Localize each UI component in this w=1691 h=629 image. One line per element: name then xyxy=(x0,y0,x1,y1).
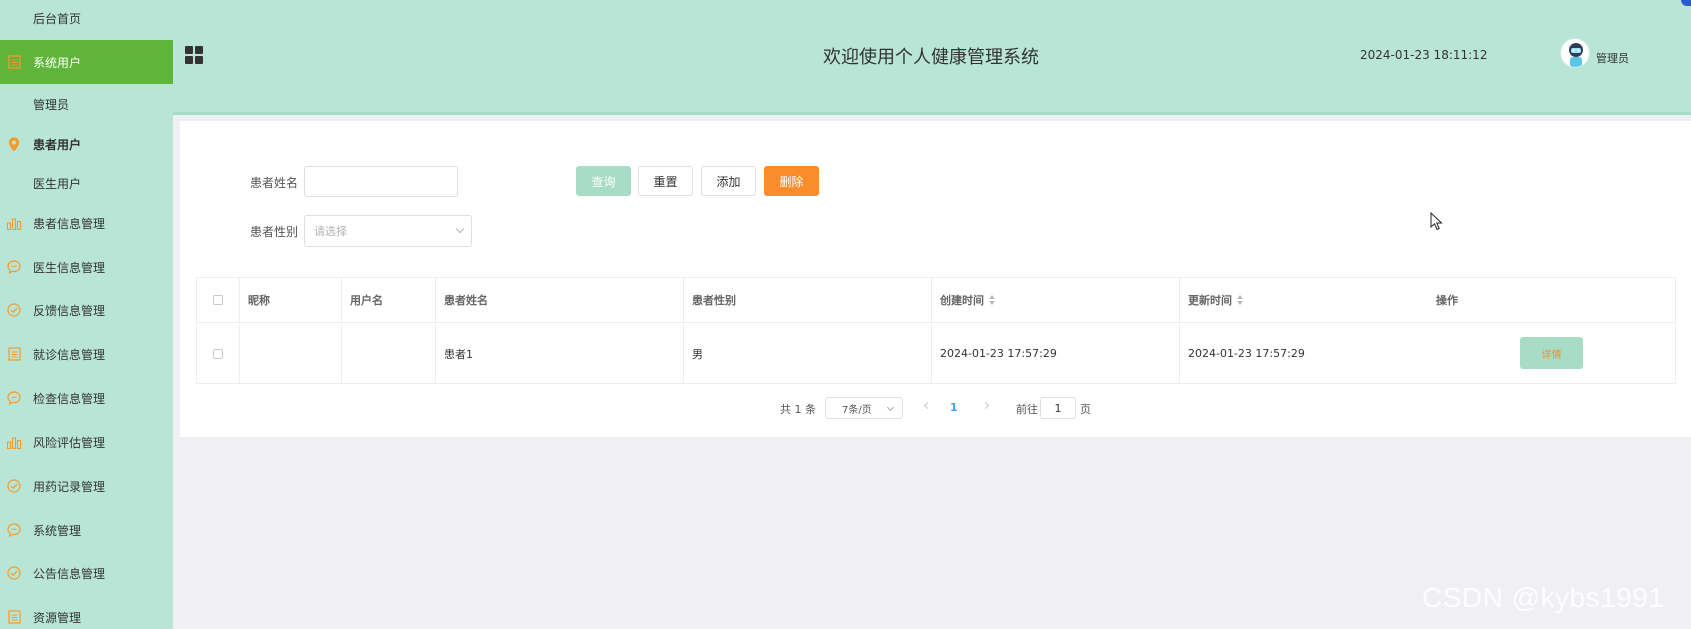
sidebar-item-feedback[interactable]: 反馈信息管理 xyxy=(0,290,173,330)
sidebar-item-label: 反馈信息管理 xyxy=(33,303,106,318)
col-patient-gender: 患者性别 xyxy=(684,278,932,322)
sidebar-item-patient-info[interactable]: 患者信息管理 xyxy=(0,203,173,243)
sidebar-item-label: 患者用户 xyxy=(33,137,82,152)
watermark: CSDN @kybs1991 xyxy=(1422,582,1665,613)
sidebar-item-label: 用药记录管理 xyxy=(33,479,106,494)
sort-icon[interactable] xyxy=(989,295,995,305)
check-circle-icon xyxy=(7,303,21,317)
col-nickname: 昵称 xyxy=(240,278,342,322)
header-username[interactable]: 管理员 xyxy=(1596,50,1629,66)
col-actions: 操作 xyxy=(1436,294,1458,307)
query-button[interactable]: 查询 xyxy=(576,166,631,196)
sidebar-item-doctor-info[interactable]: 医生信息管理 xyxy=(0,247,173,287)
mouse-cursor-icon xyxy=(1430,211,1444,232)
sidebar-item-exams[interactable]: 检查信息管理 xyxy=(0,378,173,418)
patient-gender-select[interactable]: 请选择 xyxy=(304,215,472,247)
corner-decoration xyxy=(1681,0,1691,6)
sidebar-item-label: 医生用户 xyxy=(33,176,82,191)
chat-icon xyxy=(7,523,21,537)
table-row: 患者1 男 2024-01-23 17:57:29 2024-01-23 17:… xyxy=(197,324,1675,383)
document-icon xyxy=(7,610,21,624)
bar-chart-icon xyxy=(7,435,21,449)
col-updated-time[interactable]: 更新时间 xyxy=(1180,278,1428,322)
sidebar-item-doctor-users[interactable]: 医生用户 xyxy=(0,163,173,203)
sidebar-item-label: 医生信息管理 xyxy=(33,260,106,275)
data-table: 昵称 用户名 患者姓名 患者性别 创建时间 更新时间 操作 患者1 男 2024… xyxy=(196,277,1676,384)
map-pin-icon xyxy=(7,137,21,151)
sidebar-item-label: 后台首页 xyxy=(33,11,82,26)
page-size-label: 7条/页 xyxy=(842,404,872,416)
sidebar-item-label: 就诊信息管理 xyxy=(33,347,106,362)
sidebar-item-resources[interactable]: 资源管理 xyxy=(0,597,173,629)
detail-button[interactable]: 详情 xyxy=(1520,337,1583,369)
page-size-select[interactable]: 7条/页 xyxy=(825,397,903,419)
cell-patient-name: 患者1 xyxy=(436,324,684,383)
bar-chart-icon xyxy=(7,216,21,230)
delete-button[interactable]: 删除 xyxy=(764,166,819,196)
goto-page-input[interactable] xyxy=(1040,397,1076,419)
header-datetime: 2024-01-23 18:11:12 xyxy=(1360,48,1488,62)
checkbox[interactable] xyxy=(213,348,223,359)
sidebar-item-label: 公告信息管理 xyxy=(33,566,106,581)
sidebar-item-medication[interactable]: 用药记录管理 xyxy=(0,466,173,506)
page-title: 欢迎使用个人健康管理系统 xyxy=(823,47,1039,68)
check-circle-icon xyxy=(7,566,21,580)
chevron-down-icon xyxy=(455,224,465,234)
menu-grid-icon[interactable] xyxy=(185,46,203,64)
header-select-all[interactable] xyxy=(197,278,240,322)
patient-name-input[interactable] xyxy=(304,166,458,197)
patient-gender-label: 患者性别 xyxy=(250,225,299,239)
col-username: 用户名 xyxy=(342,278,436,322)
col-patient-name: 患者姓名 xyxy=(436,278,684,322)
sidebar-item-risk[interactable]: 风险评估管理 xyxy=(0,422,173,462)
sidebar-item-label: 患者信息管理 xyxy=(33,216,106,231)
sidebar-item-system[interactable]: 系统管理 xyxy=(0,510,173,550)
add-button[interactable]: 添加 xyxy=(701,166,756,196)
current-page[interactable]: 1 xyxy=(950,401,958,414)
cell-created-time: 2024-01-23 17:57:29 xyxy=(932,324,1180,383)
chevron-down-icon xyxy=(886,403,895,412)
chat-icon xyxy=(7,260,21,274)
select-placeholder: 请选择 xyxy=(314,225,347,238)
col-label: 更新时间 xyxy=(1188,294,1232,307)
cell-updated-time: 2024-01-23 17:57:29 xyxy=(1188,347,1305,360)
sidebar-item-label: 检查信息管理 xyxy=(33,391,106,406)
page-suffix: 页 xyxy=(1080,403,1091,416)
patient-name-label: 患者姓名 xyxy=(250,176,299,190)
reset-button[interactable]: 重置 xyxy=(638,166,693,196)
sidebar-item-label: 系统管理 xyxy=(33,523,82,538)
sidebar-item-label: 资源管理 xyxy=(33,610,82,625)
row-select[interactable] xyxy=(197,324,240,383)
sidebar-item-system-users[interactable]: 系统用户 xyxy=(0,40,173,84)
sidebar-item-announcements[interactable]: 公告信息管理 xyxy=(0,553,173,593)
sidebar-item-home[interactable]: 后台首页 xyxy=(0,0,173,38)
col-label: 创建时间 xyxy=(940,294,984,307)
sidebar-item-label: 风险评估管理 xyxy=(33,435,106,450)
document-icon xyxy=(7,55,21,69)
document-icon xyxy=(7,347,21,361)
sidebar-item-admin[interactable]: 管理员 xyxy=(0,84,173,124)
sidebar-item-label: 管理员 xyxy=(33,97,70,112)
sidebar-item-label: 系统用户 xyxy=(33,55,82,70)
cell-username xyxy=(342,324,436,383)
sidebar-item-visits[interactable]: 就诊信息管理 xyxy=(0,334,173,374)
sort-icon[interactable] xyxy=(1237,295,1243,305)
sidebar-item-patient-users[interactable]: 患者用户 xyxy=(0,124,173,164)
checkbox[interactable] xyxy=(213,295,223,305)
check-circle-icon xyxy=(7,479,21,493)
chat-icon xyxy=(7,391,21,405)
cell-patient-gender: 男 xyxy=(684,324,932,383)
avatar[interactable] xyxy=(1560,38,1590,68)
pagination-total: 共 1 条 xyxy=(780,403,816,416)
goto-label: 前往 xyxy=(1016,403,1038,416)
cell-nickname xyxy=(240,324,342,383)
top-header: 欢迎使用个人健康管理系统 2024-01-23 18:11:12 管理员 xyxy=(173,0,1691,115)
table-header: 昵称 用户名 患者姓名 患者性别 创建时间 更新时间 操作 xyxy=(197,278,1675,323)
sidebar: 后台首页 系统用户 管理员 患者用户 医生用户 患者信息管理 医生信息管理 反馈… xyxy=(0,0,173,629)
col-created-time[interactable]: 创建时间 xyxy=(932,278,1180,322)
